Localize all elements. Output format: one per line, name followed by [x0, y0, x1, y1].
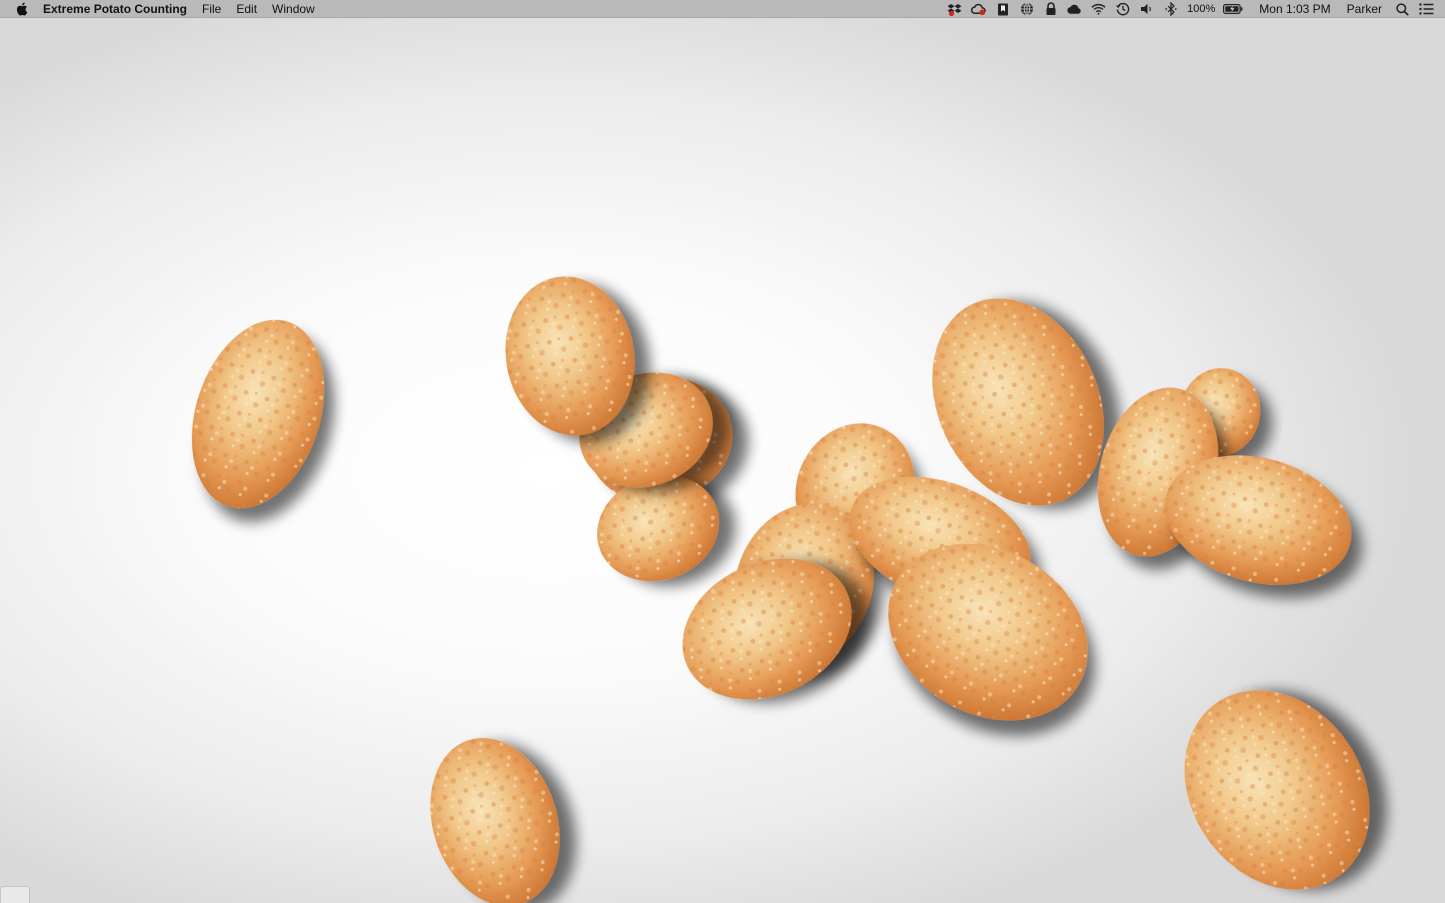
menu-file[interactable]: File	[202, 2, 221, 16]
bluetooth-icon[interactable]	[1163, 2, 1178, 16]
potato	[430, 737, 560, 903]
menu-bar-left: Extreme Potato Counting File Edit Window	[0, 0, 330, 18]
menu-bar-clock[interactable]: Mon 1:03 PM	[1259, 2, 1330, 16]
menu-edit[interactable]: Edit	[236, 2, 257, 16]
dropbox-icon[interactable]	[947, 2, 962, 16]
time-machine-icon[interactable]	[1115, 2, 1130, 16]
spotlight-search-icon[interactable]	[1395, 2, 1410, 16]
potato	[1184, 690, 1370, 890]
lock-icon[interactable]	[1043, 2, 1058, 16]
potato-scene	[191, 276, 1370, 903]
globe-icon[interactable]	[1019, 2, 1034, 16]
menu-bar-status-area: 100% Mon 1:03 PM Parker	[947, 0, 1445, 18]
volume-icon[interactable]	[1139, 2, 1154, 16]
wifi-icon[interactable]	[1091, 2, 1106, 16]
notification-center-icon[interactable]	[1419, 2, 1434, 16]
menu-bar: Extreme Potato Counting File Edit Window	[0, 0, 1445, 18]
cloud-icon[interactable]	[1067, 2, 1082, 16]
battery-percent: 100%	[1187, 3, 1216, 15]
apple-menu-icon[interactable]	[16, 2, 28, 16]
user-account-menu[interactable]: Parker	[1347, 2, 1382, 16]
bookmark-icon[interactable]	[995, 2, 1010, 16]
menu-window[interactable]: Window	[272, 2, 315, 16]
app-name-menu[interactable]: Extreme Potato Counting	[43, 2, 187, 16]
creative-cloud-icon[interactable]	[971, 2, 986, 16]
battery-icon[interactable]	[1223, 2, 1243, 16]
potato	[191, 319, 325, 509]
dock-edge[interactable]	[0, 886, 30, 903]
